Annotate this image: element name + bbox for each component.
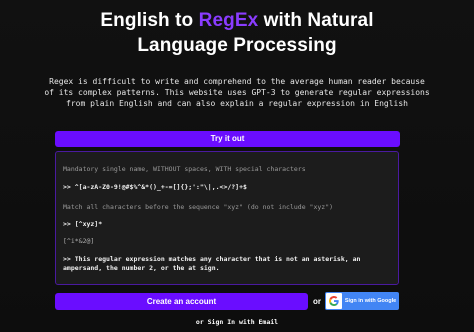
try-it-out-button[interactable]: Try it out — [55, 131, 400, 147]
google-signin-button[interactable]: Sign in with Google — [325, 292, 399, 310]
title-part-2: with Natural — [258, 10, 374, 31]
example-prompt-2: Match all characters before the sequence… — [63, 203, 334, 211]
example-answer-1: >> ^[a-zA-Z0-9!@#$%^&*()_+-=[]{};':"\|,.… — [63, 183, 247, 191]
page: English to RegEx with Natural Language P… — [0, 0, 474, 332]
examples-panel: Mandatory single name, WITHOUT spaces, W… — [55, 151, 399, 285]
page-title: English to RegEx with Natural Language P… — [0, 8, 474, 58]
create-account-button[interactable]: Create an account — [55, 293, 308, 310]
title-line-1: English to RegEx with Natural — [0, 8, 474, 33]
or-separator: or — [313, 297, 321, 306]
google-signin-label: Sign in with Google — [344, 298, 397, 304]
title-line-2: Language Processing — [137, 35, 337, 56]
example-prompt-1: Mandatory single name, WITHOUT spaces, W… — [63, 165, 306, 173]
email-signin-link[interactable]: or Sign In with Email — [0, 318, 474, 327]
title-part-1: English to — [100, 10, 199, 31]
title-accent: RegEx — [198, 10, 259, 31]
example-prompt-3: [^i*&2@] — [63, 237, 95, 245]
google-logo-icon — [326, 293, 342, 309]
description-text: Regex is difficult to write and comprehe… — [44, 77, 430, 108]
example-answer-2: >> [^xyz]* — [63, 220, 103, 228]
example-answer-3: >> This regular expression matches any c… — [63, 255, 365, 272]
